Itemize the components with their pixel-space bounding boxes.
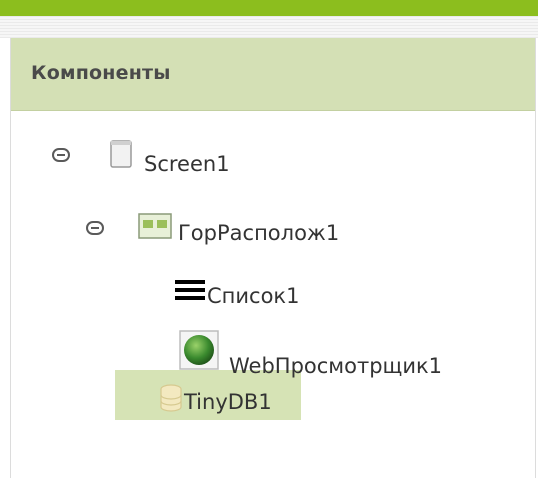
screen-icon (110, 140, 132, 172)
tree-item-label: TinyDB1 (184, 390, 272, 414)
tree-item-webviewer1[interactable]: WebПросмотрщик1 (175, 330, 515, 378)
tree-item-label: ГорРасполож1 (178, 221, 340, 245)
components-window: Компоненты Screen1 ГорРасполож1 Список1 … (0, 0, 538, 478)
tree-item-horizontal-arrangement[interactable]: ГорРасполож1 (80, 205, 400, 245)
top-accent-bar (0, 0, 538, 16)
tree-item-tinydb1[interactable]: TinyDB1 (160, 378, 310, 418)
tree-item-label: Screen1 (144, 152, 230, 176)
tinydb-database-icon (160, 384, 182, 416)
horizontal-arrangement-icon (138, 213, 172, 243)
listview-icon (175, 278, 205, 306)
collapse-toggle-icon[interactable] (86, 221, 104, 235)
webviewer-globe-icon (179, 330, 219, 374)
collapse-toggle-icon[interactable] (52, 148, 70, 162)
tree-item-screen1[interactable]: Screen1 (40, 140, 300, 180)
panel-header: Компоненты (11, 38, 535, 111)
panel-title: Компоненты (31, 62, 171, 84)
pattern-strip (0, 16, 538, 38)
tree-item-list1[interactable]: Список1 (175, 272, 375, 312)
tree-item-label: Список1 (207, 284, 300, 308)
tree-item-label: WebПросмотрщик1 (229, 354, 443, 378)
